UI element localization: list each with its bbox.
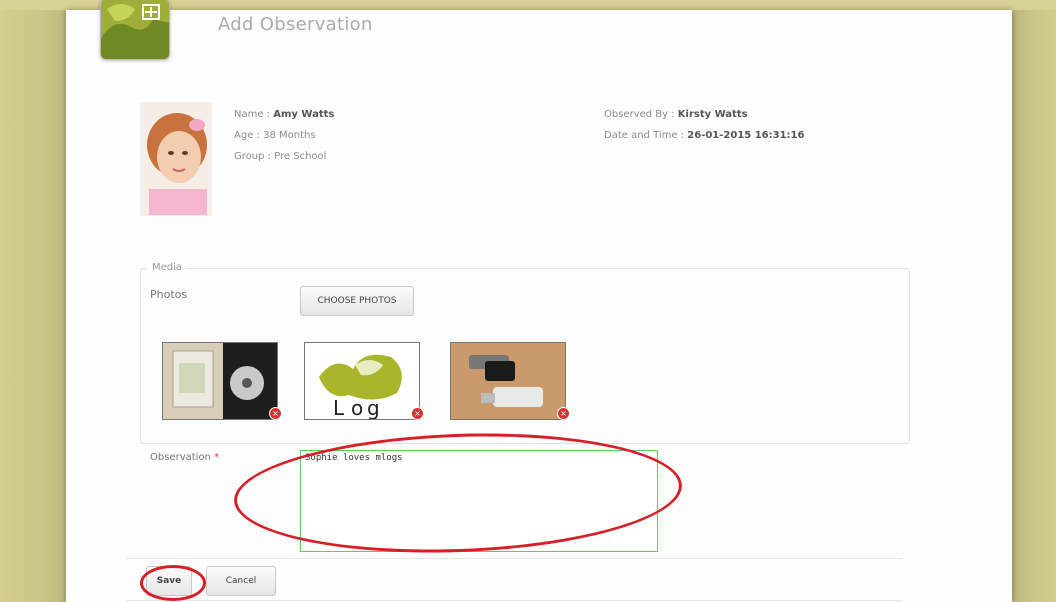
background-right: [1008, 0, 1056, 602]
photo-thumbnail[interactable]: [162, 342, 278, 420]
choose-photos-button[interactable]: CHOOSE PHOTOS: [300, 286, 414, 316]
datetime-label: Date and Time :: [604, 130, 688, 141]
photos-label: Photos: [150, 288, 188, 301]
observation-datetime: 26-01-2015 16:31:16: [687, 130, 805, 141]
photo-thumbnail[interactable]: [450, 342, 566, 420]
remove-photo-icon[interactable]: ×: [411, 407, 424, 420]
cancel-button[interactable]: Cancel: [206, 566, 276, 596]
child-age: 38 Months: [263, 130, 316, 141]
name-label: Name :: [234, 109, 274, 120]
observation-textarea[interactable]: Sophie loves mlogs: [300, 450, 658, 552]
main-panel: Add Observation Name : Amy Watts Age : 3…: [66, 0, 1012, 602]
observer-info: Observed By : Kirsty Watts Date and Time…: [604, 104, 804, 146]
child-group: Pre School: [274, 151, 327, 162]
page-title: Add Observation: [218, 14, 373, 35]
svg-text:g: g: [367, 396, 380, 419]
divider: [126, 600, 902, 601]
save-button[interactable]: Save: [146, 566, 192, 596]
child-avatar: [140, 102, 212, 216]
observation-label-text: Observation: [150, 452, 211, 463]
child-info: Name : Amy Watts Age : 38 Months Group :…: [234, 104, 334, 167]
media-legend: Media: [148, 262, 187, 273]
remove-photo-icon[interactable]: ×: [557, 407, 570, 420]
background-left: [0, 0, 70, 602]
required-mark: *: [214, 452, 220, 463]
remove-photo-icon[interactable]: ×: [269, 407, 282, 420]
svg-text:o: o: [351, 396, 363, 419]
observed-by-label: Observed By :: [604, 109, 678, 120]
app-logo: [100, 0, 170, 60]
divider: [126, 558, 902, 559]
photo-thumbnail[interactable]: L o g: [304, 342, 420, 420]
child-name: Amy Watts: [273, 109, 335, 120]
observer-name: Kirsty Watts: [677, 109, 748, 120]
svg-text:L: L: [333, 396, 345, 419]
age-label: Age :: [234, 130, 260, 141]
group-label: Group :: [234, 151, 275, 162]
observation-label: Observation *: [150, 452, 219, 463]
